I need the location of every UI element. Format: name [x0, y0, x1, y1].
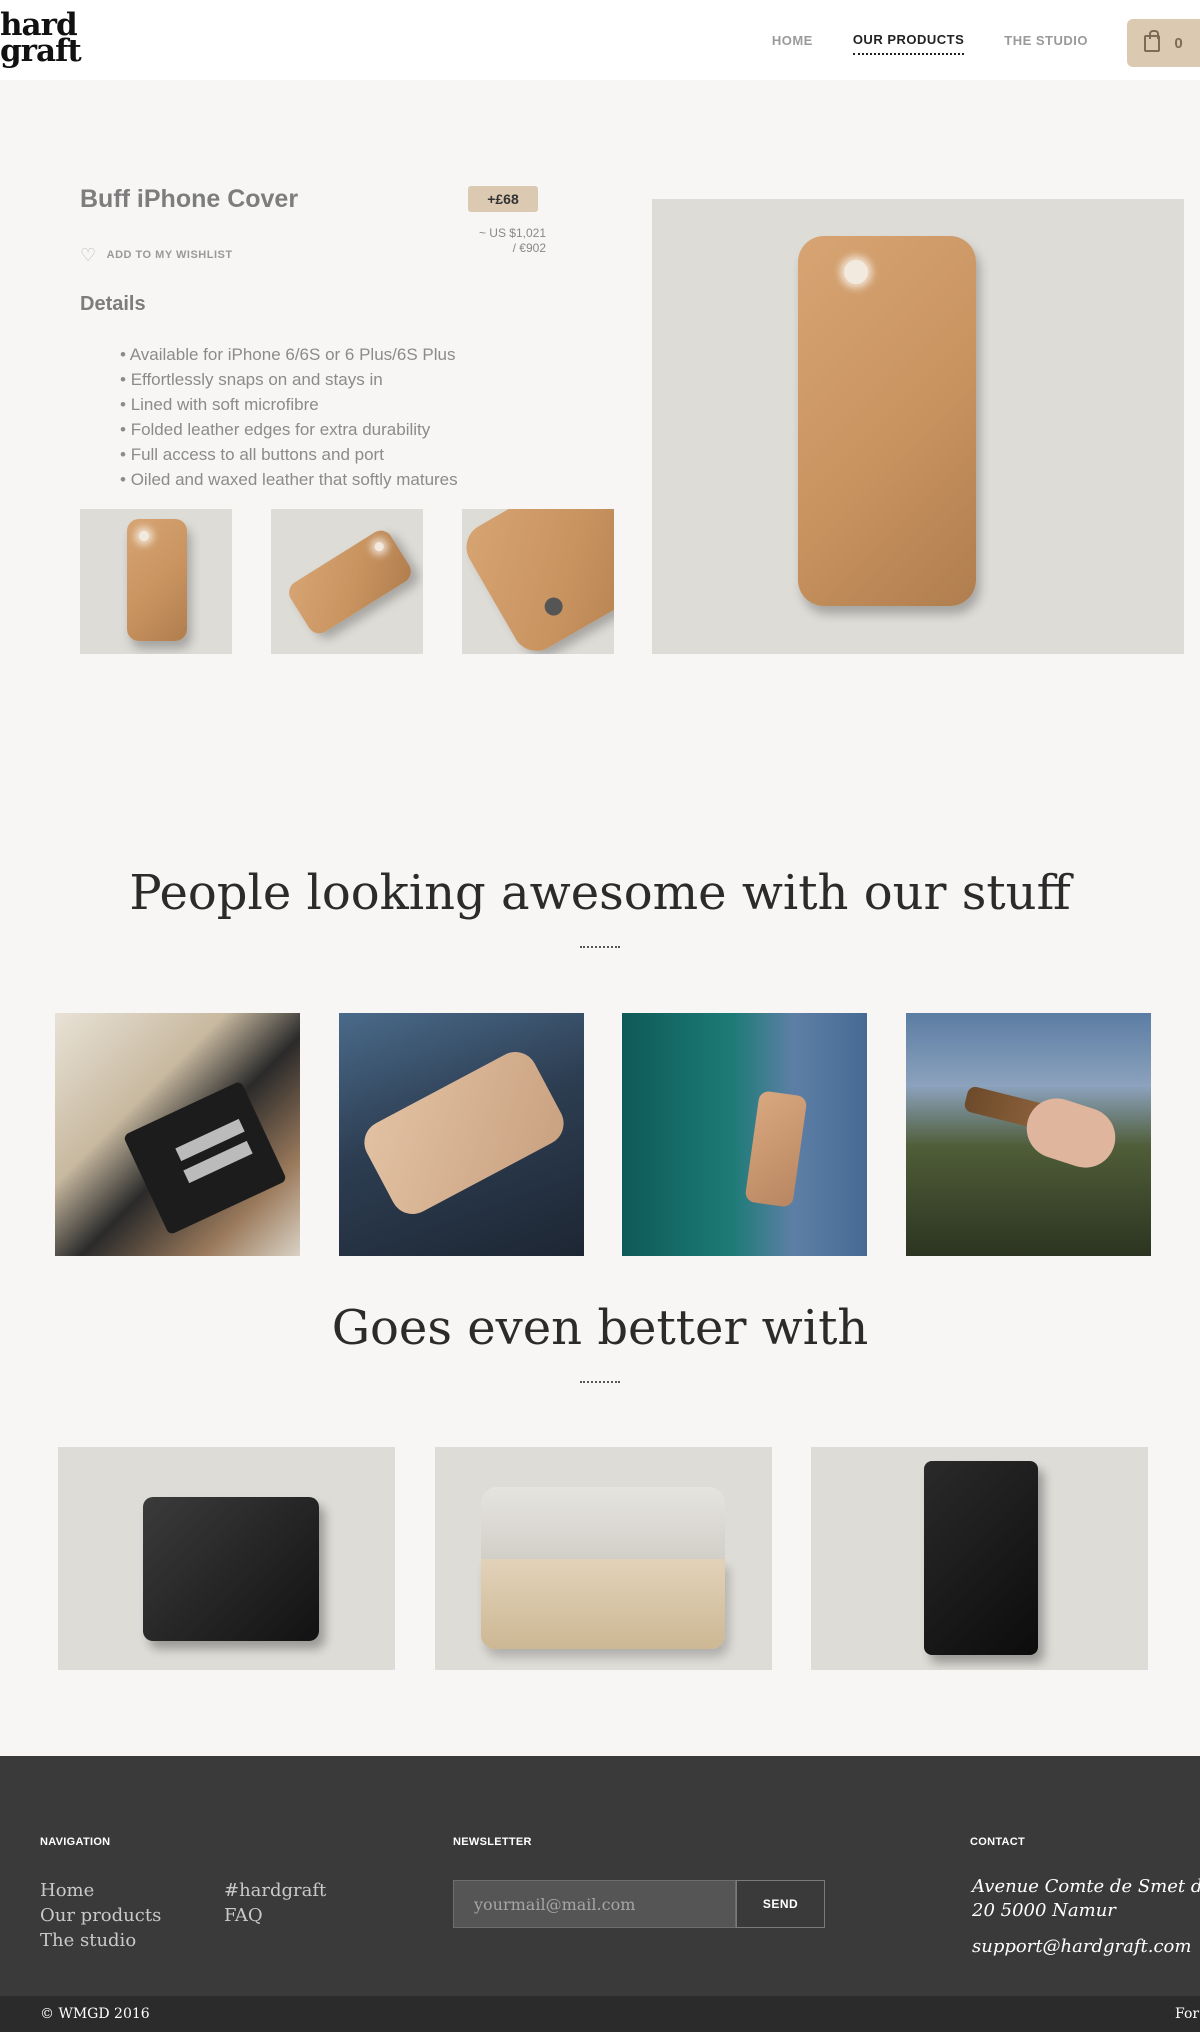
contact-address-line-2: 20 5000 Namur	[972, 1900, 1116, 1921]
related-product-1[interactable]	[58, 1447, 395, 1670]
footer-link-the-studio[interactable]: The studio	[40, 1930, 136, 1951]
contact-address-line-1: Avenue Comte de Smet de Na	[972, 1876, 1200, 1897]
heart-icon: ♡	[80, 245, 97, 265]
footer-bottom-right-text: For	[1175, 2006, 1200, 2022]
sleeve-top	[481, 1487, 725, 1559]
phone-case-image	[284, 526, 416, 638]
copyright-text: © WMGD 2016	[40, 2006, 150, 2022]
social-photo-1[interactable]	[55, 1013, 300, 1256]
details-item: Folded leather edges for extra durabilit…	[120, 417, 458, 442]
nav-our-products[interactable]: OUR PRODUCTS	[852, 32, 965, 55]
price-eur: / €902	[512, 241, 546, 255]
wallet-image	[143, 1497, 319, 1641]
phone-case-image	[127, 519, 187, 641]
social-photo-3[interactable]	[622, 1013, 867, 1256]
phone-case-image	[356, 1044, 572, 1222]
section-divider	[580, 946, 620, 948]
site-header: hard graft HOME OUR PRODUCTS THE STUDIO …	[0, 0, 1200, 80]
nav-the-studio[interactable]: THE STUDIO	[1004, 33, 1088, 54]
social-photo-2[interactable]	[339, 1013, 584, 1256]
sleeve-image	[481, 1559, 725, 1649]
camera-hole	[541, 594, 566, 619]
wallet-image	[122, 1080, 288, 1236]
related-product-2[interactable]	[435, 1447, 772, 1670]
newsletter-email-input[interactable]	[453, 1880, 736, 1928]
details-item: Effortlessly snaps on and stays in	[120, 367, 458, 392]
phone-case-image	[744, 1090, 808, 1208]
footer-link-faq[interactable]: FAQ	[224, 1905, 263, 1926]
phone-case-image	[798, 236, 976, 606]
footer-link-home[interactable]: Home	[40, 1880, 94, 1901]
related-product-3[interactable]	[811, 1447, 1148, 1670]
product-thumbnail-2[interactable]	[271, 509, 423, 654]
footer-bottom-bar	[0, 1996, 1200, 2032]
social-section-title: People looking awesome with our stuff	[129, 865, 1071, 921]
footer-contact-label: CONTACT	[970, 1836, 1026, 1848]
price-usd: ~ US $1,021	[478, 226, 546, 240]
footer-link-hardgraft[interactable]: #hardgraft	[224, 1880, 326, 1901]
details-list: Available for iPhone 6/6S or 6 Plus/6S P…	[120, 342, 458, 492]
footer-link-our-products[interactable]: Our products	[40, 1905, 161, 1926]
newsletter-send-button[interactable]: SEND	[736, 1880, 825, 1928]
camera-highlight	[139, 531, 149, 541]
price-alternatives: ~ US $1,021 / €902	[460, 226, 546, 256]
details-heading: Details	[80, 293, 146, 315]
details-item: Available for iPhone 6/6S or 6 Plus/6S P…	[120, 342, 458, 367]
main-nav: HOME OUR PRODUCTS THE STUDIO	[772, 32, 1088, 55]
cart-button[interactable]: 0	[1127, 19, 1200, 67]
footer-nav-label: NAVIGATION	[40, 1836, 111, 1848]
social-photo-4[interactable]	[906, 1013, 1151, 1256]
product-thumbnail-3[interactable]	[462, 509, 614, 654]
contact-email-link[interactable]: support@hardgraft.com	[972, 1936, 1191, 1957]
related-section-title: Goes even better with	[331, 1300, 869, 1356]
camera-highlight	[373, 540, 386, 553]
details-item: Full access to all buttons and port	[120, 442, 458, 467]
camera-highlight	[844, 260, 868, 284]
logo[interactable]: hard graft	[0, 10, 82, 69]
product-thumbnail-1[interactable]	[80, 509, 232, 654]
cart-count: 0	[1174, 34, 1183, 52]
footer-newsletter-label: NEWSLETTER	[453, 1836, 532, 1848]
section-divider	[580, 1381, 620, 1383]
details-item: Oiled and waxed leather that softly matu…	[120, 467, 458, 492]
product-title: Buff iPhone Cover	[80, 185, 299, 213]
logo-line-2: graft	[0, 33, 82, 69]
travel-wallet-image	[924, 1461, 1038, 1655]
nav-home[interactable]: HOME	[772, 33, 813, 54]
product-main-image[interactable]	[652, 199, 1184, 654]
price-badge: +£68	[468, 186, 538, 212]
bag-icon	[1144, 29, 1161, 52]
phone-case-image	[462, 509, 614, 654]
details-item: Lined with soft microfibre	[120, 392, 458, 417]
wishlist-label: ADD TO MY WISHLIST	[106, 249, 233, 261]
wishlist-button[interactable]: ♡ ADD TO MY WISHLIST	[80, 246, 233, 264]
